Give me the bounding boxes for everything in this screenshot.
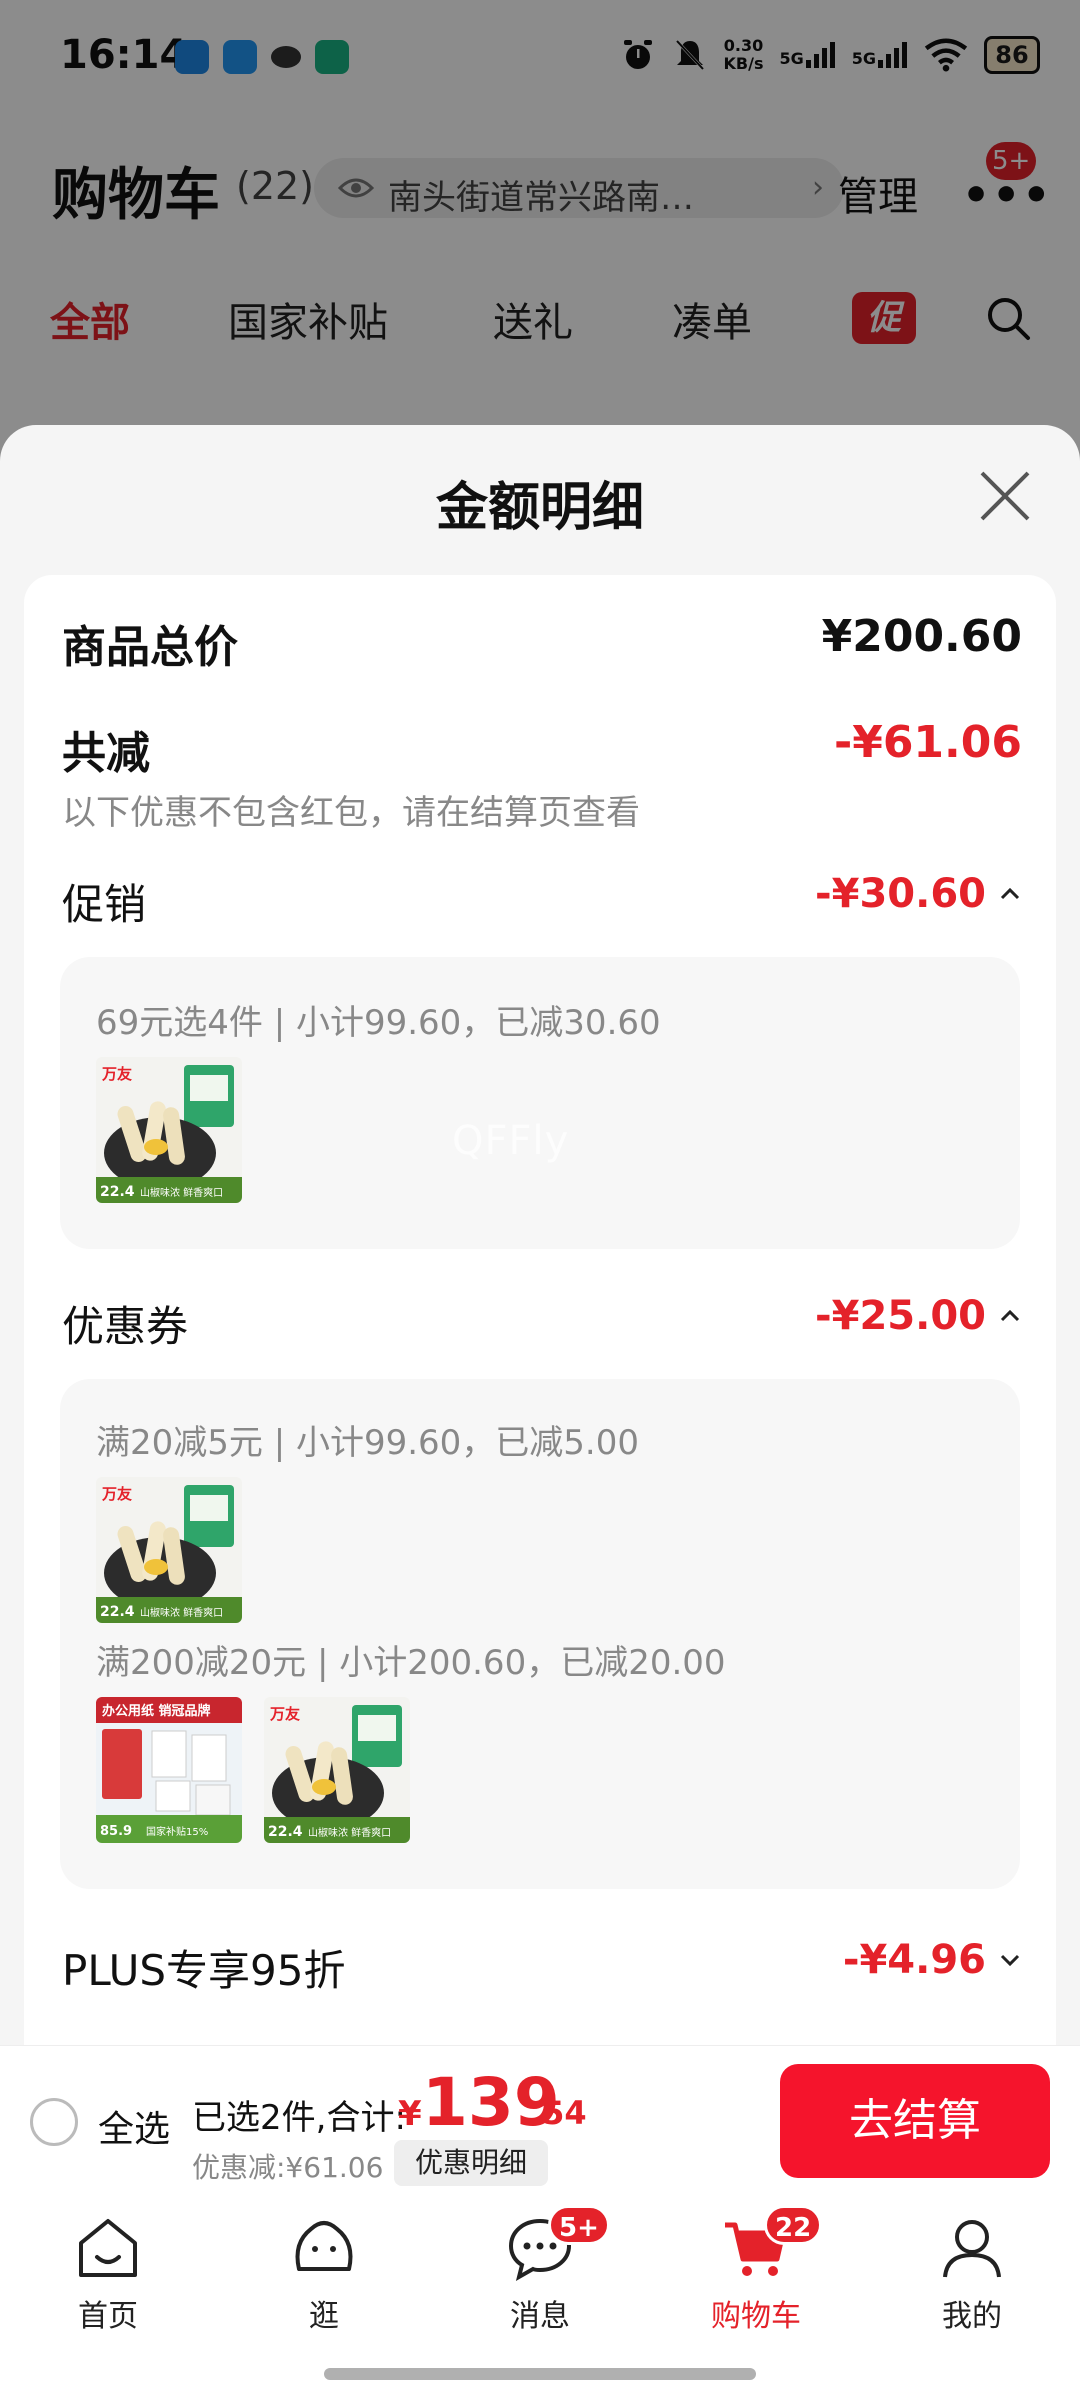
profile-icon <box>943 2220 1001 2278</box>
nav-messages-label: 消息 <box>510 2299 570 2334</box>
home-icon <box>79 2219 137 2277</box>
detail-card: 商品总价 ¥200.60 共减 -¥61.06 以下优惠不包含红包，请在结算页查… <box>24 575 1056 2045</box>
nav-messages[interactable]: 消息 5+ <box>470 2205 610 2335</box>
snack-price: 22.4 <box>100 1184 135 1200</box>
product-thumb-snack[interactable]: 万友 22.4 山椒味浓 鲜香爽口 <box>96 1477 242 1623</box>
product-snack-image: 万友 22.4 山椒味浓 鲜香爽口 <box>264 1697 410 1843</box>
nav-home-label: 首页 <box>78 2299 138 2334</box>
snack-brand: 万友 <box>269 1705 300 1723</box>
paper-title: 办公用纸 销冠品牌 <box>102 1703 211 1719</box>
chevron-up-icon <box>1000 1309 1020 1322</box>
cart-badge: 22 <box>764 2205 823 2245</box>
product-thumb-snack[interactable]: 万友 22.4 山椒味浓 鲜香爽口 <box>96 1057 242 1203</box>
coupon-value: -¥25.00 <box>815 1293 986 1339</box>
promo-group: 69元选4件 | 小计99.60，已减30.60 万友 22.4 山椒味浓 鲜香… <box>60 957 1020 1249</box>
explore-icon <box>295 2221 353 2271</box>
snack-tagline: 山椒味浓 鲜香爽口 <box>140 1606 223 1619</box>
paper-price: 85.9 <box>100 1824 132 1839</box>
plus-toggle[interactable]: -¥4.96 <box>843 1937 1022 1983</box>
snack-price: 22.4 <box>268 1824 303 1840</box>
close-icon[interactable] <box>976 467 1034 525</box>
sheet-title: 金额明细 <box>435 478 644 538</box>
snack-tagline: 山椒味浓 鲜香爽口 <box>308 1826 391 1839</box>
watermark: QFFly <box>452 1118 570 1164</box>
total-decimal: .54 <box>530 2094 587 2132</box>
snack-brand: 万友 <box>101 1485 132 1503</box>
nav-profile[interactable]: 我的 <box>902 2213 1042 2335</box>
snack-tagline: 山椒味浓 鲜香爽口 <box>140 1186 223 1199</box>
discount-amount: 优惠减:¥61.06 <box>192 2151 384 2184</box>
product-thumb-snack[interactable]: 万友 22.4 山椒味浓 鲜香爽口 <box>264 1697 410 1843</box>
coupon-label: 优惠券 <box>62 1302 189 1351</box>
reduce-label: 共减 <box>62 728 150 779</box>
selected-summary: 已选2件,合计: <box>192 2098 406 2138</box>
product-paper-image: 办公用纸 销冠品牌 85.9 国家补贴15% <box>96 1697 242 1843</box>
coupon-line-1: 满20减5元 | 小计99.60，已减5.00 <box>96 1423 640 1463</box>
promo-toggle[interactable]: -¥30.60 <box>815 871 1022 917</box>
home-indicator[interactable] <box>324 2368 756 2380</box>
product-thumb-paper[interactable]: 办公用纸 销冠品牌 85.9 国家补贴15% <box>96 1697 242 1843</box>
discount-note: 以下优惠不包含红包，请在结算页查看 <box>62 793 640 833</box>
checkout-bar: 全选 已选2件,合计: ¥ 139 .54 优惠减:¥61.06 优惠明细 去结… <box>0 2045 1080 2195</box>
plus-label: PLUS专享95折 <box>62 1946 346 1995</box>
paper-subsidy: 国家补贴15% <box>146 1825 208 1838</box>
total-currency: ¥ <box>398 2094 422 2134</box>
messages-badge: 5+ <box>548 2205 610 2245</box>
amount-detail-sheet: 金额明细 商品总价 ¥200.60 共减 -¥61.06 以下优惠不包含红包，请… <box>0 425 1080 2045</box>
promo-value: -¥30.60 <box>815 871 986 917</box>
total-value: ¥200.60 <box>821 611 1022 662</box>
coupon-line-2: 满200减20元 | 小计200.60，已减20.00 <box>96 1643 726 1683</box>
select-all-checkbox[interactable] <box>30 2098 78 2146</box>
reduce-value: -¥61.06 <box>833 717 1022 768</box>
select-all-label[interactable]: 全选 <box>98 2100 170 2152</box>
plus-value: -¥4.96 <box>842 1937 986 1983</box>
snack-brand: 万友 <box>101 1065 132 1083</box>
nav-explore[interactable]: 逛 <box>254 2213 394 2335</box>
nav-cart-label: 购物车 <box>711 2299 801 2334</box>
total-label: 商品总价 <box>62 622 238 673</box>
nav-profile-label: 我的 <box>942 2299 1002 2334</box>
coupon-group: 满20减5元 | 小计99.60，已减5.00 万友 22.4 山椒味浓 鲜香爽… <box>60 1379 1020 1889</box>
promo-label: 促销 <box>62 880 147 929</box>
coupon-toggle[interactable]: -¥25.00 <box>815 1293 1022 1339</box>
chevron-up-icon <box>1000 887 1020 900</box>
nav-home[interactable]: 首页 <box>38 2213 178 2335</box>
checkout-button[interactable]: 去结算 <box>780 2064 1050 2178</box>
snack-price: 22.4 <box>100 1604 135 1620</box>
discount-detail-button[interactable]: 优惠明细 <box>394 2140 548 2186</box>
chevron-down-icon <box>1000 1954 1020 1967</box>
product-snack-image: 万友 22.4 山椒味浓 鲜香爽口 <box>96 1057 242 1203</box>
product-snack-image: 万友 22.4 山椒味浓 鲜香爽口 <box>96 1477 242 1623</box>
nav-cart[interactable]: 购物车 22 <box>686 2205 826 2335</box>
nav-explore-label: 逛 <box>309 2299 339 2334</box>
promo-line: 69元选4件 | 小计99.60，已减30.60 <box>96 1003 661 1043</box>
